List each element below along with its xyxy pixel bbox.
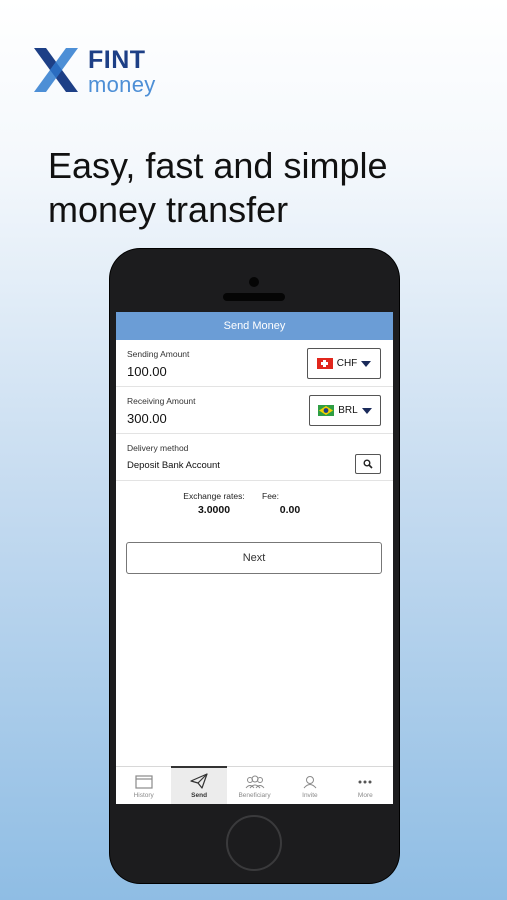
logo-money-text: money <box>88 72 156 97</box>
phone-camera <box>249 277 259 287</box>
tab-send[interactable]: Send <box>171 766 228 804</box>
delivery-method-row[interactable]: Delivery method Deposit Bank Account <box>116 434 393 481</box>
rates-section: Exchange rates: 3.0000 Fee: 0.00 <box>116 481 393 539</box>
nav-bar-title: Send Money <box>116 312 393 340</box>
receiving-currency-dropdown[interactable]: BRL <box>309 395 381 426</box>
tab-more[interactable]: More <box>338 767 393 804</box>
sending-amount-label: Sending Amount <box>127 349 190 359</box>
tab-more-label: More <box>357 792 373 799</box>
exchange-rate-value: 3.0000 <box>197 504 231 516</box>
next-button[interactable]: Next <box>126 542 382 574</box>
fint-money-logo: FINT money <box>30 46 170 98</box>
headline-line-2: money transfer <box>48 189 289 230</box>
tab-invite-label: Invite <box>302 792 318 799</box>
receiving-amount-input[interactable]: 300.00 <box>127 411 167 426</box>
tab-history[interactable]: History <box>116 767 171 804</box>
sending-currency-code: CHF <box>336 358 358 369</box>
history-icon <box>135 775 153 789</box>
phone-frame: Send Money Sending Amount 100.00 CHF Rec… <box>110 249 399 883</box>
app-screen: Send Money Sending Amount 100.00 CHF Rec… <box>116 312 393 804</box>
sending-amount-row: Sending Amount 100.00 CHF <box>116 340 393 387</box>
caret-down-icon <box>361 360 372 367</box>
search-icon <box>363 459 373 469</box>
more-icon <box>358 780 372 784</box>
invite-icon <box>303 776 317 789</box>
delivery-search-button[interactable] <box>355 454 381 474</box>
receiving-currency-code: BRL <box>338 405 358 416</box>
tab-beneficiary[interactable]: Beneficiary <box>227 767 282 804</box>
phone-speaker <box>223 293 285 301</box>
sending-amount-input[interactable]: 100.00 <box>127 364 167 379</box>
fee-value: 0.00 <box>279 504 301 516</box>
receiving-amount-row: Receiving Amount 300.00 BRL <box>116 387 393 434</box>
send-icon <box>190 773 208 789</box>
headline: Easy, fast and simple money transfer <box>48 144 488 232</box>
fee-label: Fee: <box>262 491 280 501</box>
beneficiary-icon <box>245 775 264 789</box>
tab-beneficiary-label: Beneficiary <box>238 792 271 799</box>
sending-currency-dropdown[interactable]: CHF <box>307 348 381 379</box>
tab-history-label: History <box>133 792 154 799</box>
tab-send-label: Send <box>191 792 208 799</box>
headline-line-1: Easy, fast and simple <box>48 145 388 186</box>
fee-block: Fee: 0.00 <box>262 491 318 516</box>
receiving-amount-label: Receiving Amount <box>127 396 196 406</box>
exchange-rate-label: Exchange rates: <box>183 491 245 501</box>
exchange-rate-block: Exchange rates: 3.0000 <box>174 491 254 516</box>
phone-home-button <box>226 815 282 871</box>
delivery-method-label: Delivery method <box>127 443 189 453</box>
fint-logo-mark-icon <box>34 48 78 92</box>
tab-invite[interactable]: Invite <box>282 767 337 804</box>
logo-fint-text: FINT <box>88 46 146 74</box>
delivery-method-value: Deposit Bank Account <box>127 460 220 471</box>
tab-bar: History Send Beneficiary Invite More <box>116 766 393 804</box>
caret-down-icon <box>361 407 372 414</box>
swiss-flag-icon <box>316 358 333 369</box>
brazil-flag-icon <box>318 405 335 416</box>
